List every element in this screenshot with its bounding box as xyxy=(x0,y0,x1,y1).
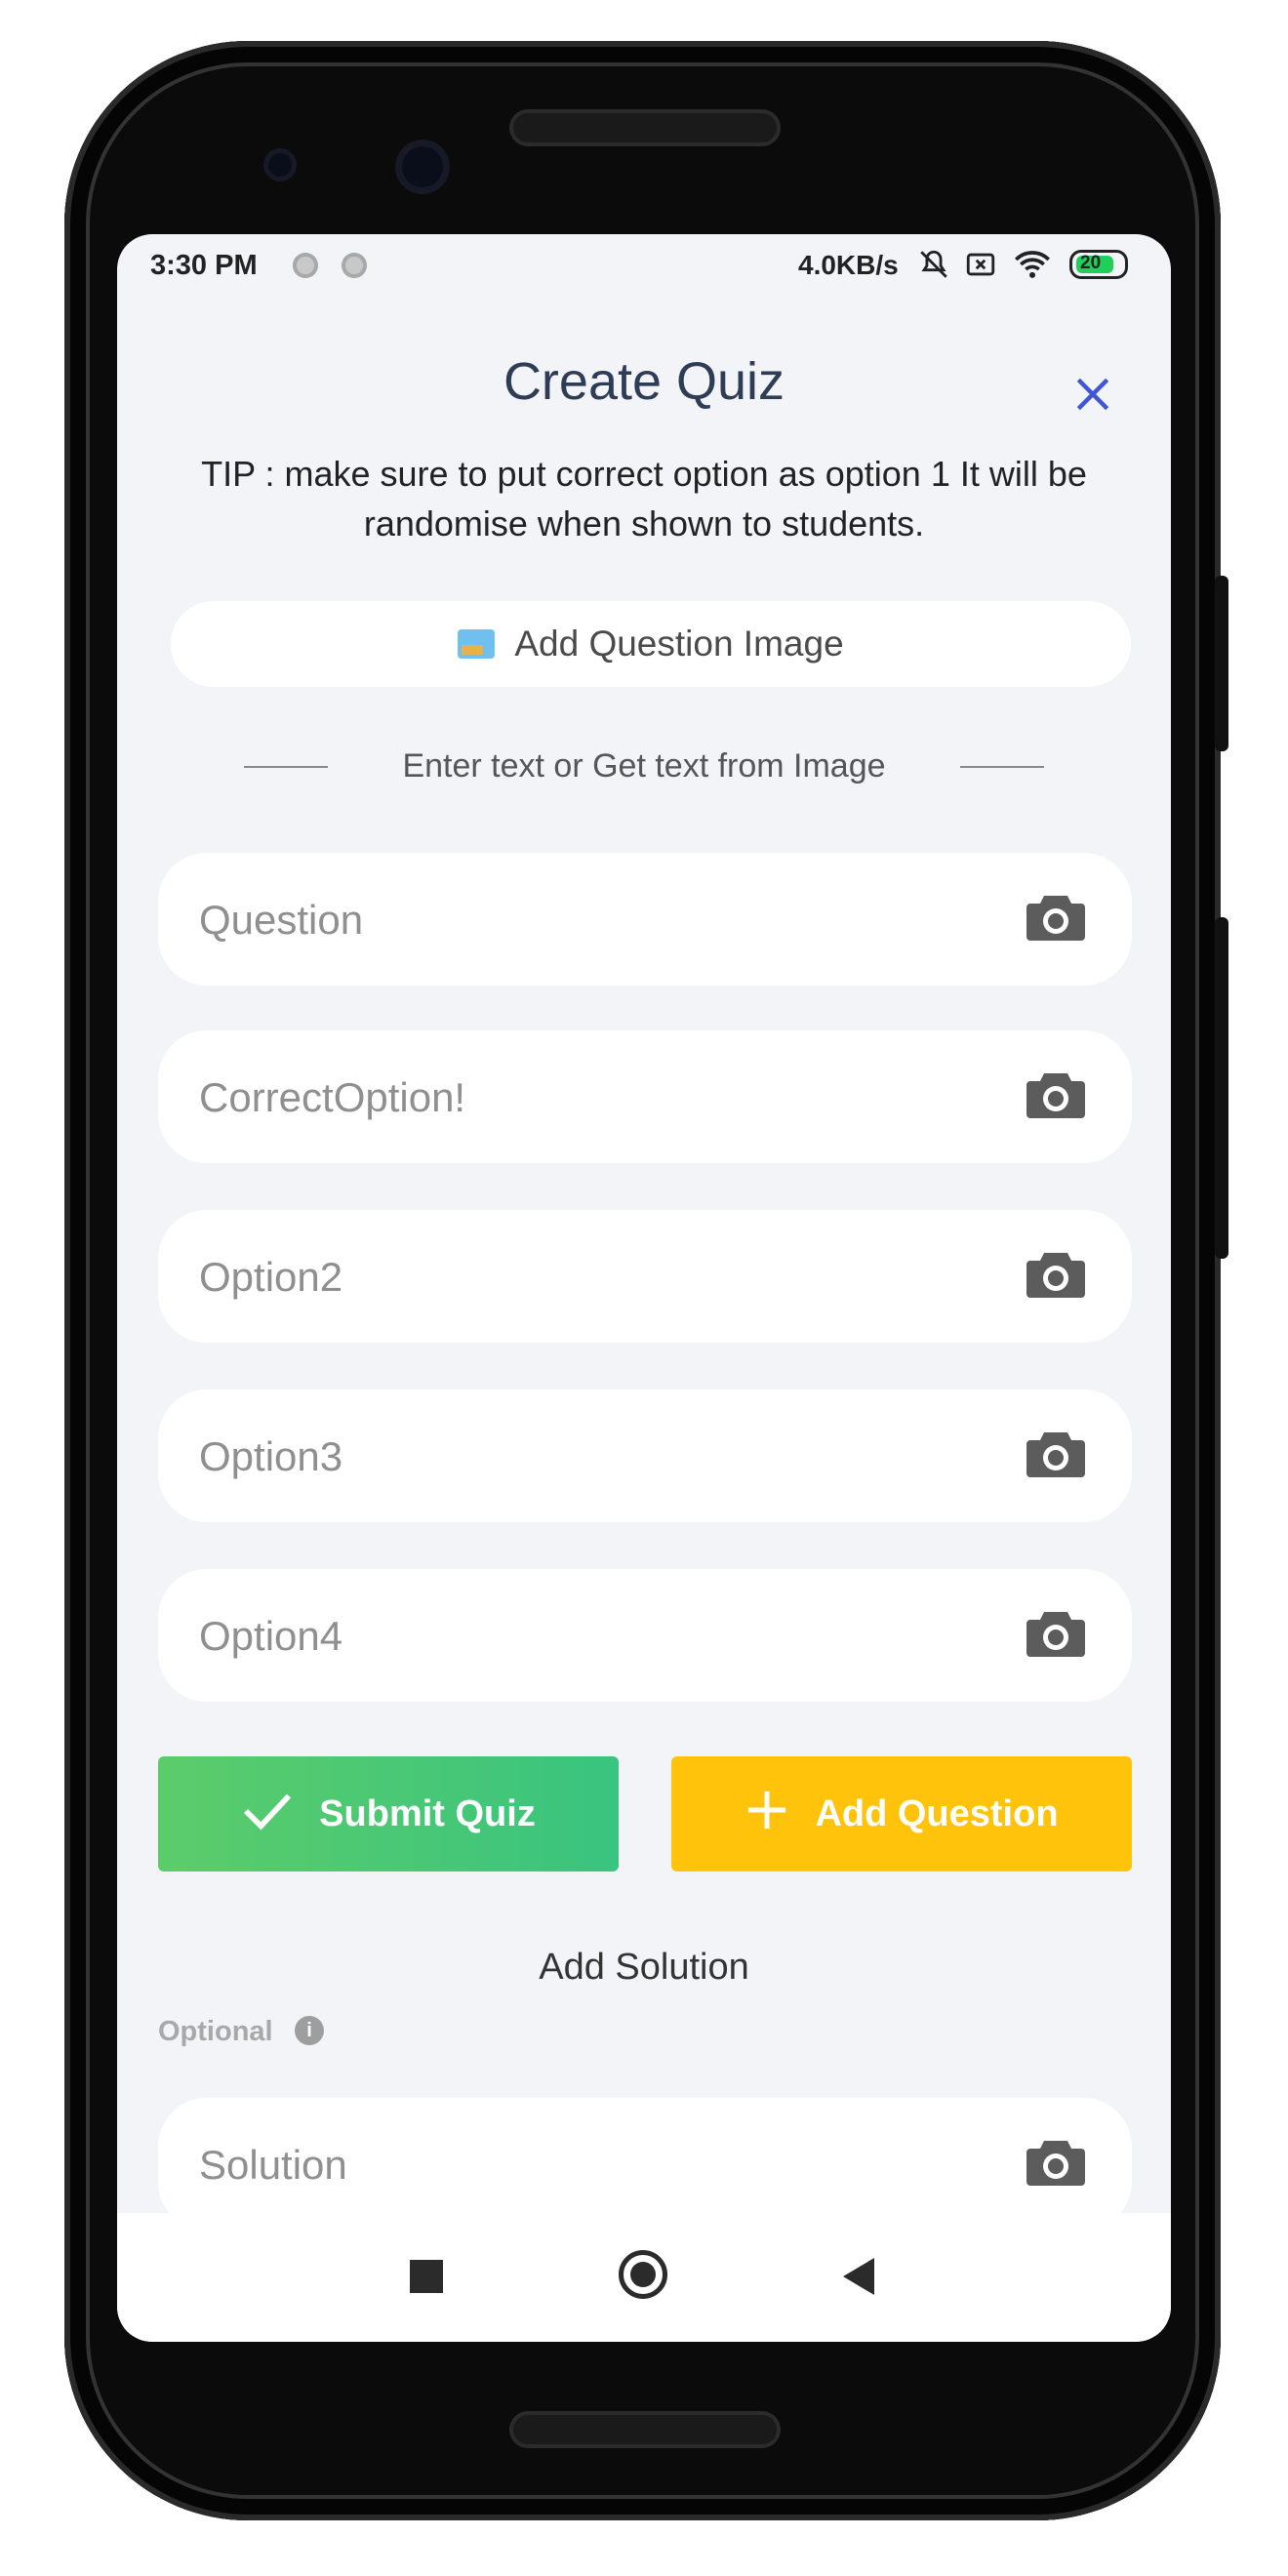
camera-icon[interactable] xyxy=(1025,2135,1087,2190)
camera-icon[interactable] xyxy=(1025,1606,1087,1661)
bottom-speaker xyxy=(509,2411,781,2448)
add-solution-title: Add Solution xyxy=(539,1947,749,1988)
page-title: Create Quiz xyxy=(503,352,785,411)
camera-icon[interactable] xyxy=(1025,1067,1087,1122)
recents-icon[interactable] xyxy=(410,2260,443,2293)
battery-icon: 20 xyxy=(1069,250,1128,279)
option4-input[interactable] xyxy=(197,1569,1001,1704)
option2-field xyxy=(158,1210,1132,1345)
solution-field xyxy=(158,2098,1132,2233)
divider-line-right xyxy=(960,766,1044,768)
power-button xyxy=(1215,917,1228,1259)
volume-button xyxy=(1215,576,1228,751)
navigation-bar xyxy=(117,2213,1171,2342)
front-camera xyxy=(395,140,450,194)
correct-option-field xyxy=(158,1030,1132,1165)
option3-field xyxy=(158,1389,1132,1524)
add-question-label: Add Question xyxy=(815,1792,1059,1834)
option2-input[interactable] xyxy=(197,1210,1001,1345)
submit-quiz-button[interactable]: Submit Quiz xyxy=(158,1756,619,1872)
network-speed: 4.0KB/s xyxy=(798,250,899,280)
camera-icon[interactable] xyxy=(1025,1427,1087,1481)
correct-option-input[interactable] xyxy=(197,1030,1001,1165)
notification-dot-icon xyxy=(342,253,367,278)
close-icon[interactable] xyxy=(1071,369,1114,425)
optional-label: Optional xyxy=(158,2016,273,2047)
sensor xyxy=(263,148,297,181)
screen: 3:30 PM 4.0KB/s 20 Create Quiz TIP : mak… xyxy=(117,234,1171,2342)
status-time: 3:30 PM xyxy=(150,250,258,281)
add-question-button[interactable]: Add Question xyxy=(671,1756,1132,1872)
notification-dot-icon xyxy=(293,253,318,278)
question-field xyxy=(158,853,1132,987)
check-icon xyxy=(241,1787,294,1841)
sim-icon xyxy=(964,248,997,289)
wifi-icon xyxy=(1013,248,1052,289)
camera-icon[interactable] xyxy=(1025,1247,1087,1302)
earpiece-speaker xyxy=(509,109,781,146)
question-input[interactable] xyxy=(197,853,1001,987)
mute-icon xyxy=(917,248,950,289)
add-question-image-button[interactable]: Add Question Image xyxy=(171,601,1131,687)
info-icon[interactable]: i xyxy=(295,2016,324,2045)
option4-field xyxy=(158,1569,1132,1704)
tip-text: TIP : make sure to put correct option as… xyxy=(201,454,1087,543)
divider-text: Enter text or Get text from Image xyxy=(402,747,886,785)
status-bar: 3:30 PM 4.0KB/s 20 xyxy=(117,234,1171,302)
back-icon[interactable] xyxy=(843,2258,874,2295)
add-question-image-label: Add Question Image xyxy=(514,624,844,664)
plus-icon xyxy=(745,1787,789,1841)
submit-quiz-label: Submit Quiz xyxy=(319,1792,536,1834)
divider: Enter text or Get text from Image xyxy=(244,742,1044,790)
option3-input[interactable] xyxy=(197,1389,1001,1524)
home-icon[interactable] xyxy=(619,2250,667,2299)
battery-level: 20 xyxy=(1080,253,1102,273)
camera-icon[interactable] xyxy=(1025,890,1087,945)
image-icon xyxy=(458,629,496,659)
